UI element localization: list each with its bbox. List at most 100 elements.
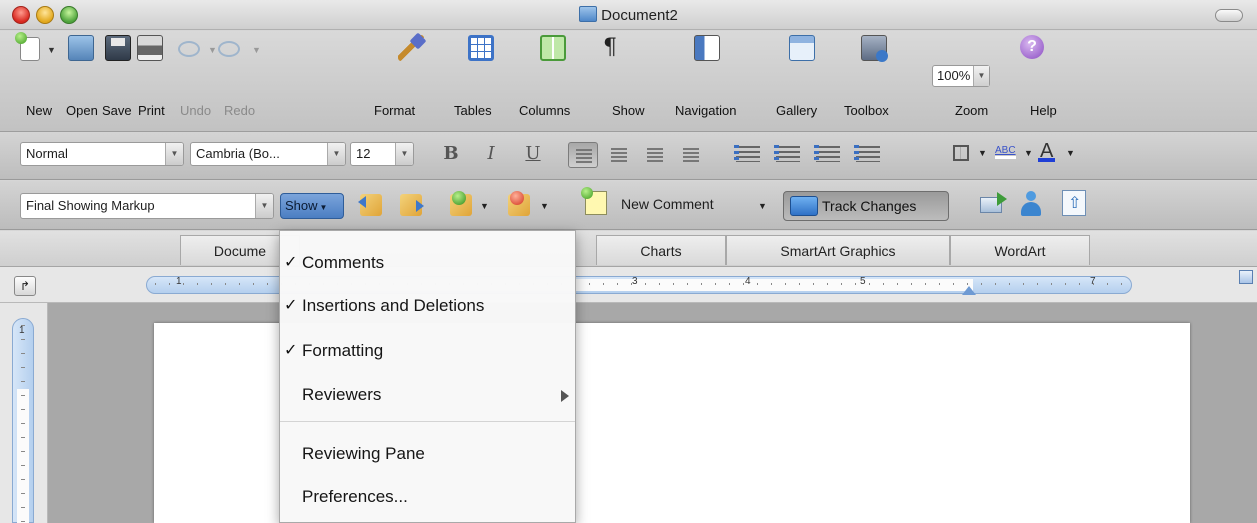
toolbar-toggle-button[interactable] (1215, 9, 1243, 22)
italic-button[interactable]: I (480, 142, 502, 166)
bold-button[interactable]: B (440, 142, 462, 166)
justify-icon (683, 148, 699, 162)
menu-item-insertions-deletions[interactable]: ✓ Insertions and Deletions (280, 288, 575, 324)
open-folder-icon (68, 35, 94, 61)
undo-button[interactable] (178, 35, 200, 57)
justify-button[interactable] (676, 142, 706, 168)
align-right-button[interactable] (640, 142, 670, 168)
menu-item-reviewers[interactable]: Reviewers (280, 377, 575, 413)
style-select[interactable]: Normal ▼ (20, 142, 184, 166)
save-label: Save (102, 103, 132, 118)
gallery-label: Gallery (776, 103, 818, 118)
gallery-button[interactable] (789, 35, 815, 61)
zoom-label: Zoom (955, 103, 989, 118)
font-size-value: 12 (356, 146, 371, 161)
new-comment-label[interactable]: New Comment (621, 196, 714, 212)
open-button[interactable] (68, 35, 94, 61)
tab-stop-selector[interactable]: ↱ (14, 276, 36, 296)
markup-view-value: Final Showing Markup (26, 198, 155, 213)
show-label: Show (612, 103, 645, 118)
ruler-number: 7 (1090, 276, 1096, 287)
align-right-icon (647, 148, 663, 162)
highlight-dropdown-arrow-icon[interactable]: ▼ (1024, 148, 1033, 158)
next-change-icon[interactable] (400, 194, 424, 216)
menu-separator (280, 421, 575, 422)
window-title-text: Document2 (601, 7, 678, 24)
show-formatting-button[interactable]: ¶ (597, 35, 623, 61)
align-center-icon (611, 148, 627, 162)
markup-view-select[interactable]: Final Showing Markup ▼ (20, 193, 274, 219)
tab-smartart-graphics[interactable]: SmartArt Graphics (726, 235, 950, 265)
navigation-label: Navigation (675, 103, 737, 118)
accept-change-icon[interactable] (450, 191, 472, 216)
tab-charts[interactable]: Charts (596, 235, 726, 265)
undo-label: Undo (180, 103, 212, 118)
reject-dropdown-arrow-icon[interactable]: ▼ (540, 201, 549, 211)
chevron-down-icon: ▼ (165, 143, 183, 165)
right-indent-marker[interactable] (962, 286, 976, 295)
send-mail-icon[interactable] (980, 192, 1007, 213)
zoom-select[interactable]: 100% ▼ (932, 65, 990, 87)
numbered-list-icon[interactable] (734, 145, 760, 163)
menu-item-comments[interactable]: ✓ Comments (280, 245, 575, 281)
user-icon[interactable] (1020, 191, 1042, 217)
reject-change-icon[interactable] (508, 191, 530, 216)
show-markup-button[interactable]: Show ▼ (280, 193, 344, 219)
redo-label: Redo (224, 103, 256, 118)
font-name-select[interactable]: Cambria (Bo... ▼ (190, 142, 346, 166)
help-icon: ? (1020, 35, 1044, 59)
formatting-toolbar: Normal ▼ Cambria (Bo... ▼ 12 ▼ B I U ▼ A… (0, 132, 1257, 180)
print-label: Print (138, 103, 165, 118)
toolbox-label: Toolbox (844, 103, 889, 118)
toolbox-button[interactable] (861, 35, 888, 62)
open-label: Open (66, 103, 98, 118)
columns-button[interactable] (540, 35, 566, 61)
track-changes-button[interactable]: Track Changes (783, 191, 949, 221)
increase-indent-icon[interactable] (854, 145, 880, 163)
align-left-button[interactable] (568, 142, 598, 168)
underline-button[interactable]: U (522, 142, 544, 166)
window-title: Document2 (0, 6, 1257, 24)
redo-button[interactable] (218, 35, 240, 57)
new-comment-icon[interactable] (581, 187, 607, 215)
borders-dropdown-arrow-icon[interactable]: ▼ (978, 148, 987, 158)
show-markup-label: Show (285, 198, 318, 213)
tab-wordart[interactable]: WordArt (950, 235, 1090, 265)
document-icon (579, 6, 598, 22)
font-color-dropdown-arrow-icon[interactable]: ▼ (1066, 148, 1075, 158)
format-button[interactable] (398, 35, 424, 61)
table-grid-icon (468, 35, 494, 61)
highlight-abc-icon[interactable]: ABC (995, 145, 1016, 159)
print-button[interactable] (137, 35, 163, 61)
new-dropdown-arrow-icon[interactable]: ▼ (47, 45, 56, 55)
previous-change-icon[interactable] (358, 194, 382, 216)
tables-button[interactable] (468, 35, 494, 61)
format-label: Format (374, 103, 416, 118)
align-center-button[interactable] (604, 142, 634, 168)
new-label: New (26, 103, 53, 118)
ruler-number: 4 (745, 276, 751, 287)
bulleted-list-icon[interactable] (774, 145, 800, 163)
font-size-select[interactable]: 12 ▼ (350, 142, 414, 166)
menu-item-reviewing-pane[interactable]: Reviewing Pane (280, 436, 575, 472)
checkmark-icon: ✓ (284, 297, 298, 314)
vertical-ruler[interactable] (12, 318, 34, 523)
checkmark-icon: ✓ (284, 342, 298, 359)
menu-item-formatting[interactable]: ✓ Formatting (280, 333, 575, 369)
view-options-icon[interactable] (1239, 270, 1253, 284)
decrease-indent-icon[interactable] (814, 145, 840, 163)
chevron-down-icon: ▼ (319, 203, 328, 212)
redo-dropdown-arrow-icon[interactable]: ▼ (252, 45, 261, 55)
share-upload-icon[interactable] (1062, 190, 1086, 216)
menu-item-preferences[interactable]: Preferences... (280, 479, 575, 515)
borders-icon[interactable] (953, 145, 969, 161)
redo-arrow-icon (218, 41, 240, 57)
new-button[interactable] (15, 32, 40, 61)
new-comment-dropdown-arrow-icon[interactable]: ▼ (758, 201, 767, 211)
undo-dropdown-arrow-icon[interactable]: ▼ (208, 45, 217, 55)
navigation-button[interactable] (694, 35, 720, 61)
font-color-icon[interactable]: A (1037, 140, 1056, 163)
save-button[interactable] (105, 35, 131, 61)
help-button[interactable]: ? (1020, 35, 1044, 59)
accept-dropdown-arrow-icon[interactable]: ▼ (480, 201, 489, 211)
